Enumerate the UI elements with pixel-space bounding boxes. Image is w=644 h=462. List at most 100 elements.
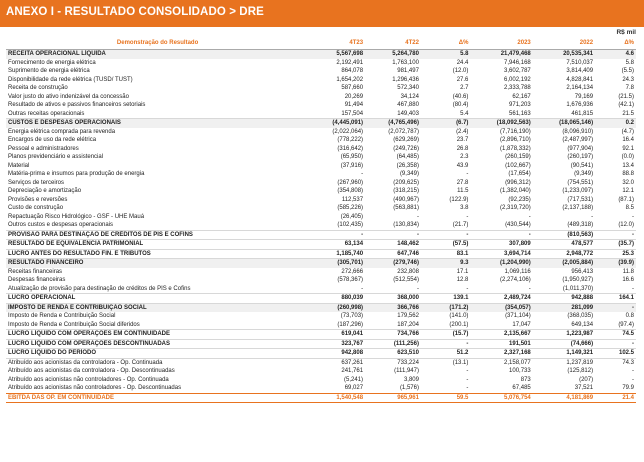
- row-value: (111,947): [394, 368, 419, 375]
- row-value: 1,763,100: [392, 59, 419, 66]
- row-value: 12.1: [622, 188, 634, 195]
- row-value: 4.6: [595, 49, 636, 59]
- row-label: LUCRO OPERACIONAL: [6, 293, 310, 304]
- row-value: (9,349): [574, 171, 594, 178]
- row-value: -: [420, 230, 471, 240]
- row-value: 27.8: [456, 179, 469, 186]
- row-label: Fornecimento de energia elétrica: [8, 59, 96, 66]
- row-value: -: [309, 230, 366, 240]
- row-value: (578,367): [337, 277, 364, 284]
- row-value: 191,501: [470, 339, 533, 349]
- row-value: 942,888: [532, 293, 596, 304]
- row-label: Despesas financeiras: [8, 277, 66, 284]
- row-value: 21.5: [595, 109, 636, 119]
- row-value: 1,223,987: [532, 329, 596, 340]
- table-row: EBITDA DAS OP. EM CONTINUIDADE 1,540,548 9…: [6, 392, 636, 403]
- row-value: 157,504: [309, 109, 366, 119]
- table-row: Material (37,916) (26,358) 43.9 (102,667) (90…: [6, 162, 636, 171]
- row-value: (57.5): [420, 239, 471, 250]
- row-label: Valor justo do ativo indenizável da conc…: [8, 93, 129, 100]
- row-value: 43.9: [456, 162, 469, 169]
- row-value: (1,204,990): [470, 258, 533, 268]
- row-value: -: [528, 213, 531, 220]
- row-value: (171.2): [420, 303, 471, 312]
- table-row: RESULTADO FINANCEIRO (305,701) (279,746) 9.…: [6, 258, 636, 268]
- row-value: 2,327,168: [470, 348, 533, 359]
- table-row: Receitas financeiras 272,666 232,808 17.1 1,…: [6, 268, 636, 277]
- row-label: Imposto de Renda e Contribuição Social: [8, 313, 116, 320]
- row-value: (1,950,927): [562, 277, 594, 284]
- row-value: 864,078: [341, 68, 364, 75]
- row-label: RESULTADO DE EQUIVALÊNCIA PATRIMONIAL: [6, 239, 310, 250]
- row-value: 7,510,037: [566, 59, 594, 66]
- table-row: Planos previdenciário e assistencial (65,…: [6, 153, 636, 162]
- row-value: 92.1: [622, 145, 634, 152]
- row-value: 965,961: [365, 392, 421, 403]
- row-value: 366,766: [365, 303, 421, 312]
- row-value: (12.0): [452, 68, 469, 75]
- row-value: 32.0: [622, 179, 634, 186]
- row-value: (13.1): [452, 359, 469, 366]
- row-value: 7.8: [625, 85, 634, 92]
- table-row: CUSTOS E DESPESAS OPERACIONAIS (4,445,091…: [6, 118, 636, 128]
- row-value: (97.4): [595, 320, 636, 330]
- row-value: 1,149,321: [532, 348, 596, 359]
- row-value: (318,215): [393, 188, 419, 195]
- row-value: (209,625): [393, 179, 419, 186]
- row-label: RECEITA OPERACIONAL LÍQUIDA: [6, 49, 310, 59]
- row-value: (585,226): [337, 205, 364, 212]
- row-value: (26,358): [396, 162, 419, 169]
- row-label: Planos previdenciário e assistencial: [8, 154, 104, 161]
- row-value: (2,005,884): [532, 258, 596, 268]
- row-value: 149,403: [365, 109, 421, 119]
- column-header: 2023: [470, 37, 533, 50]
- row-value: 79.9: [622, 385, 634, 392]
- row-value: 16.4: [622, 137, 634, 144]
- row-value: -: [365, 230, 421, 240]
- row-value: (37,916): [340, 162, 364, 169]
- row-value: 1,185,740: [309, 249, 366, 259]
- row-value: 368,000: [365, 293, 421, 304]
- row-label: Atribuído aos acionistas da controladora…: [8, 359, 163, 366]
- row-value: 5,076,754: [470, 392, 533, 403]
- row-label: Energia elétrica comprada para revenda: [8, 128, 116, 135]
- table-row: LUCRO LÍQUIDO COM OPERAÇÕES DESCONTINUAD…: [6, 339, 636, 349]
- row-value: 69,027: [344, 385, 364, 392]
- row-value: (111,256): [365, 339, 421, 349]
- row-value: (92,235): [508, 196, 531, 203]
- row-value: (90,541): [570, 162, 594, 169]
- row-label: Encargos de uso da rede elétrica: [8, 137, 97, 144]
- row-value: 21,479,468: [470, 49, 533, 59]
- row-value: (2,137,188): [562, 205, 594, 212]
- row-value: (26,405): [340, 213, 364, 220]
- table-row: Valor justo do ativo indenizável da conc…: [6, 93, 636, 102]
- row-value: 74.5: [595, 329, 636, 340]
- table-row: Suprimento de energia elétrica 864,078 981…: [6, 67, 636, 76]
- table-row: Pessoal e administradores (316,642) (249,7…: [6, 145, 636, 154]
- row-value: (430,544): [470, 221, 533, 231]
- row-value: 2.3: [460, 154, 469, 161]
- row-value: -: [632, 213, 634, 220]
- row-label: LUCRO LÍQUIDO COM OPERAÇÕES EM CONTINUID…: [6, 329, 310, 340]
- table-row: Depreciação e amortização (354,808) (318,2…: [6, 187, 636, 196]
- table-row: IMPOSTO DE RENDA E CONTRIBUIÇÃO SOCIAL (2…: [6, 303, 636, 312]
- row-value: (996,312): [505, 179, 531, 186]
- row-label: Receitas financeiras: [8, 268, 63, 275]
- row-value: 2.7: [460, 85, 469, 92]
- row-value: 26.8: [456, 145, 469, 152]
- row-value: 3.8: [460, 205, 469, 212]
- row-value: (21.7): [420, 221, 471, 231]
- row-value: (9,349): [399, 171, 419, 178]
- row-value: -: [466, 368, 469, 375]
- row-value: -: [595, 284, 636, 294]
- row-value: (2,022,064): [332, 128, 364, 135]
- row-value: 24.4: [456, 59, 469, 66]
- row-value: -: [420, 284, 471, 294]
- row-label: Resultado de ativos e passivos financeir…: [8, 102, 146, 109]
- table-row: Imposto de Renda e Contribuição Social (7…: [6, 312, 636, 321]
- row-value: 272,666: [341, 268, 364, 275]
- row-value: 2,135,667: [470, 329, 533, 340]
- row-value: 873: [520, 376, 531, 383]
- row-value: 7,946,168: [504, 59, 531, 66]
- row-value: (4.7): [621, 128, 634, 135]
